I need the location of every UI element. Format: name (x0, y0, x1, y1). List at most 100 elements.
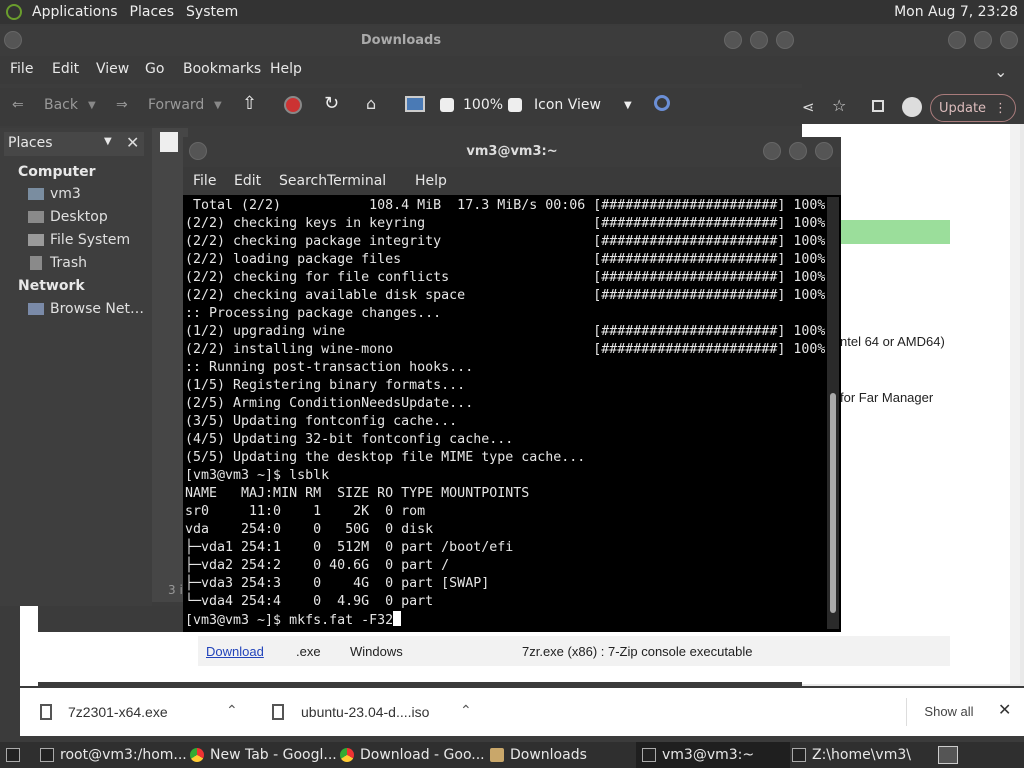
menu-edit[interactable]: Edit (52, 61, 79, 77)
home-folder-icon (28, 188, 44, 200)
forward-arrow-icon: ⇒ (116, 97, 128, 113)
sidebar-item-file-system[interactable]: File System (50, 232, 130, 248)
table-cell-os: Windows (350, 644, 403, 659)
computer-icon[interactable] (405, 96, 425, 112)
close-sidebar-icon[interactable]: ✕ (126, 133, 139, 152)
close-button[interactable] (815, 142, 833, 160)
file-icon (40, 704, 52, 720)
zoom-in-icon[interactable] (508, 98, 522, 112)
menu-terminal[interactable]: Terminal (327, 173, 386, 189)
menu-applications[interactable]: Applications (32, 4, 118, 20)
forward-button[interactable]: Forward (148, 97, 204, 113)
terminal-line: sr0 11:0 1 2K 0 rom (185, 504, 426, 519)
wine-console-icon (792, 748, 806, 762)
home-icon[interactable]: ⌂ (366, 94, 376, 113)
sidebar-item-desktop[interactable]: Desktop (50, 209, 108, 225)
maximize-button[interactable] (974, 31, 992, 49)
taskbar-item[interactable]: Z:\home\vm3\ (792, 742, 911, 768)
minimize-button[interactable] (763, 142, 781, 160)
stop-icon[interactable] (284, 96, 302, 114)
taskbar-item[interactable]: root@vm3:/hom... (40, 742, 187, 768)
menu-file[interactable]: File (193, 173, 216, 189)
chevron-down-icon[interactable]: ▼ (624, 100, 632, 111)
network-icon (28, 303, 44, 315)
places-header-label: Places (8, 135, 53, 151)
show-all-button[interactable]: Show all (906, 698, 991, 726)
clock[interactable]: Mon Aug 7, 23:28 (894, 4, 1018, 20)
menu-file[interactable]: File (10, 61, 33, 77)
chevron-down-icon[interactable]: ▼ (88, 100, 96, 111)
bookmark-star-icon[interactable]: ☆ (832, 96, 846, 115)
close-button[interactable] (1000, 31, 1018, 49)
table-cell-desc: 7zr.exe (x86) : 7-Zip console executable (522, 644, 753, 659)
workspace-switcher[interactable] (938, 742, 964, 768)
terminal-output[interactable]: Total (2/2) 108.4 MiB 17.3 MiB/s 00:06 [… (185, 197, 825, 629)
downloads-bar: 7z2301-x64.exe ⌃ ubuntu-23.04-d....iso ⌃… (20, 688, 1024, 736)
maximize-button[interactable] (789, 142, 807, 160)
menu-places[interactable]: Places (130, 4, 175, 20)
share-icon[interactable]: ⋖ (802, 98, 815, 116)
browser-page-edge (20, 606, 38, 686)
taskbar-item-label: root@vm3:/hom... (60, 747, 187, 763)
taskbar-item-label: New Tab - Googl... (210, 747, 337, 763)
taskbar-item[interactable]: Downloads (490, 742, 587, 768)
chevron-down-icon[interactable]: ⌄ (994, 62, 1007, 81)
terminal-line: (4/5) Updating 32-bit fontconfig cache..… (185, 432, 514, 447)
chevron-down-icon[interactable]: ▼ (104, 136, 112, 147)
fm-menubar: File Edit View Go Bookmarks Help (0, 56, 802, 84)
chevron-down-icon[interactable]: ▼ (214, 100, 222, 111)
menu-edit[interactable]: Edit (234, 173, 261, 189)
places-header[interactable]: Places ▼ (4, 132, 144, 156)
sidebar-item-trash[interactable]: Trash (50, 255, 87, 271)
sidebar-item-vm3[interactable]: vm3 (50, 186, 81, 202)
window-menu-button[interactable] (4, 31, 22, 49)
chevron-up-icon[interactable]: ⌃ (460, 702, 472, 719)
zoom-out-icon[interactable] (440, 98, 454, 112)
minimize-button[interactable] (948, 31, 966, 49)
reload-icon[interactable]: ↻ (324, 93, 339, 114)
profile-avatar-icon[interactable] (902, 97, 922, 117)
window-title: Downloads (360, 33, 442, 48)
download-link[interactable]: Download (206, 644, 264, 659)
update-label: Update (938, 100, 987, 116)
close-button[interactable] (776, 31, 794, 49)
window-menu-button[interactable] (189, 142, 207, 160)
menu-system[interactable]: System (186, 4, 238, 20)
terminal-line: ├─vda1 254:1 0 512M 0 part /boot/efi (185, 540, 514, 555)
more-menu-icon[interactable]: ⋮ (994, 101, 1007, 116)
download-item-name[interactable]: 7z2301-x64.exe (68, 704, 168, 720)
close-icon[interactable]: ✕ (998, 700, 1011, 720)
terminal-scrollbar[interactable] (827, 197, 839, 629)
distro-logo-icon[interactable] (6, 4, 22, 20)
download-item-name[interactable]: ubuntu-23.04-d....iso (301, 704, 429, 720)
chevron-up-icon[interactable]: ⌃ (226, 702, 238, 719)
view-mode-select[interactable]: Icon View (534, 97, 601, 113)
up-arrow-icon[interactable]: ⇧ (242, 93, 257, 114)
menu-bookmarks[interactable]: Bookmarks (183, 61, 261, 77)
page-scrollbar[interactable] (1010, 124, 1020, 684)
taskbar-item-active[interactable]: vm3@vm3:~ (636, 742, 790, 768)
file-icon[interactable] (160, 132, 178, 152)
menu-go[interactable]: Go (145, 61, 164, 77)
taskbar: root@vm3:/hom... New Tab - Googl... Down… (0, 742, 1024, 768)
terminal-line: (2/2) checking available disk space [###… (185, 288, 825, 303)
top-panel: Applications Places System Mon Aug 7, 23… (0, 0, 1024, 24)
scrollbar-thumb[interactable] (830, 393, 836, 613)
minimize-button[interactable] (724, 31, 742, 49)
terminal-cursor (393, 611, 402, 626)
menu-help[interactable]: Help (270, 61, 302, 77)
menu-view[interactable]: View (96, 61, 129, 77)
update-button[interactable]: Update ⋮ (930, 94, 1016, 122)
terminal-icon (642, 748, 656, 762)
show-desktop-button[interactable] (6, 742, 26, 768)
sidebar-item-browse-network[interactable]: Browse Net… (50, 301, 144, 317)
sidebar-icon[interactable] (872, 100, 884, 112)
taskbar-item[interactable]: Download - Goo... (340, 742, 485, 768)
menu-help[interactable]: Help (415, 173, 447, 189)
file-icon (272, 704, 284, 720)
taskbar-item[interactable]: New Tab - Googl... (190, 742, 337, 768)
maximize-button[interactable] (750, 31, 768, 49)
back-button[interactable]: Back (44, 97, 78, 113)
search-icon[interactable] (654, 95, 670, 111)
menu-search[interactable]: Search (279, 173, 327, 189)
